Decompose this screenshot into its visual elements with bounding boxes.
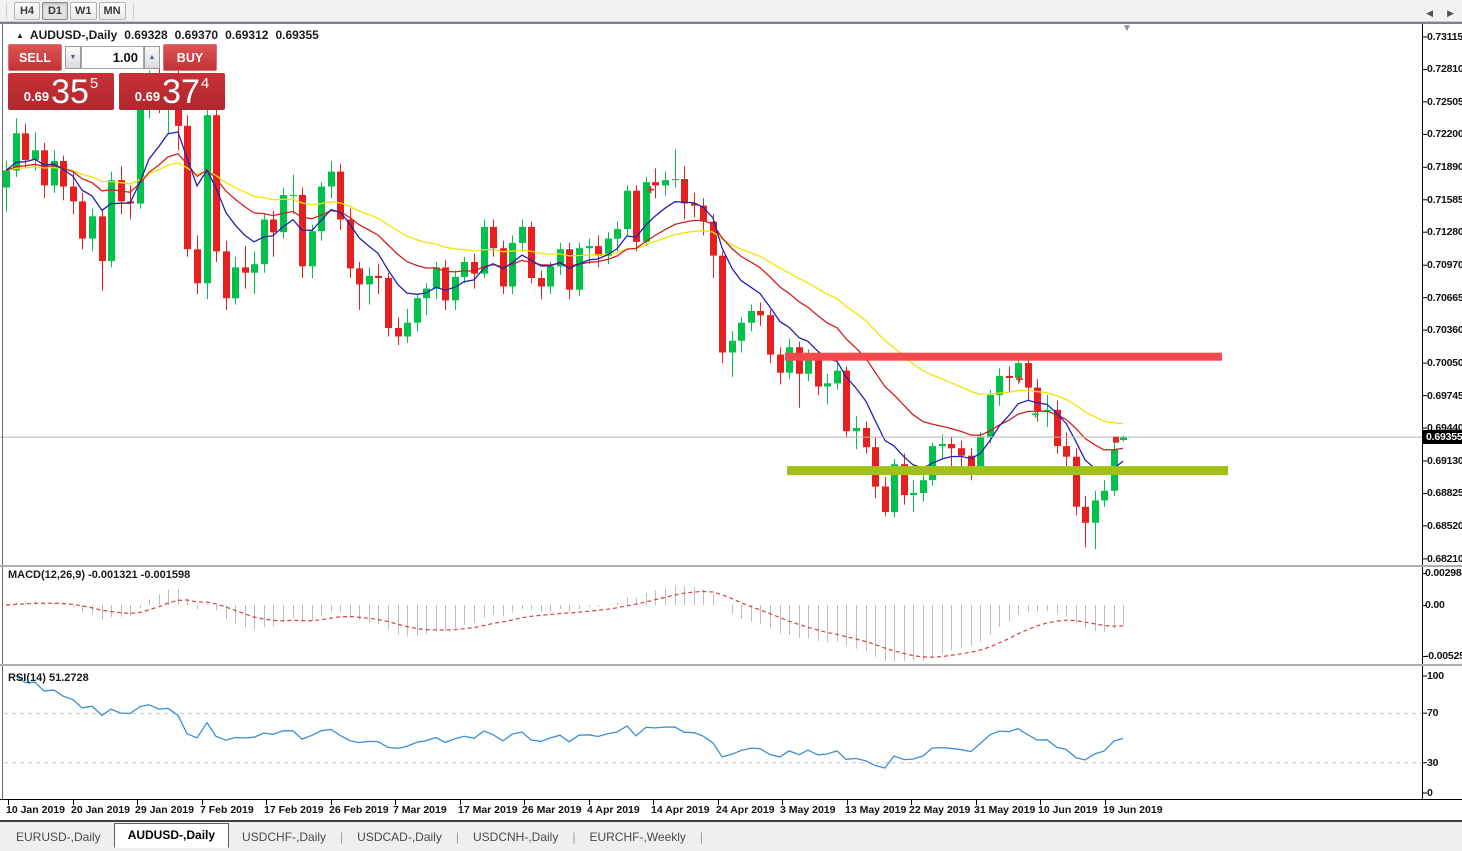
tab-usdchf-daily[interactable]: USDCHF-,Daily [229,826,339,847]
ohlc-low: 0.69312 [225,28,269,42]
tab-audusd-daily[interactable]: AUDUSD-,Daily [113,822,230,848]
chart-title: ▲ AUDUSD-,Daily 0.69328 0.69370 0.69312 … [16,28,319,42]
sell-price-figure: 0.69 [23,89,50,104]
pane-splitter-rsi[interactable] [0,664,1462,666]
tab-separator: | [455,829,459,844]
tab-eurchf-weekly[interactable]: EURCHF-,Weekly [576,826,698,847]
mt4-window: 0.73115 0.72810 0.72505 0.72200 0.71890 0.715… [0,0,1462,851]
sell-price-point: 5 [89,75,99,92]
chart-canvas[interactable] [0,0,1462,851]
ohlc-high: 0.69370 [174,28,219,42]
tab-scroll-controls: ◀ ▶ [1426,8,1454,19]
collapse-triangle-icon[interactable]: ▲ [16,31,24,40]
tab-separator: | [572,829,576,844]
pane-splitter-macd[interactable] [0,565,1462,567]
tab-eurusd-daily[interactable]: EURUSD-,Daily [3,826,114,847]
ohlc-open: 0.69328 [124,28,168,42]
volume-increase-button[interactable]: ▲ [144,46,160,69]
buy-price-figure: 0.69 [134,89,161,104]
macd-label: MACD(12,26,9) -0.001321 -0.001598 [8,569,191,581]
volume-decrease-button[interactable]: ▼ [65,46,81,69]
buy-price-display[interactable]: 0.69 37 4 [119,73,225,110]
chart-tab-bar: EURUSD-,Daily AUDUSD-,Daily USDCHF-,Daily |… [0,822,1462,851]
one-click-trade-panel: SELL ▼ ▲ BUY 0.69 35 5 0.69 37 4 [8,44,225,110]
current-price-tag: 0.69355 [1423,430,1462,444]
volume-input[interactable] [81,46,144,69]
chart-shift-marker-icon[interactable]: ▼ [1122,23,1132,34]
ohlc-close: 0.69355 [275,28,319,42]
tab-separator: | [699,829,704,844]
symbol-name: AUDUSD-,Daily [29,28,118,42]
tab-usdcad-daily[interactable]: USDCAD-,Daily [344,826,455,847]
buy-price-pips: 37 [162,73,200,111]
sell-price-display[interactable]: 0.69 35 5 [8,73,114,110]
tab-separator: | [340,829,344,844]
tab-usdcnh-daily[interactable]: USDCNH-,Daily [460,826,571,847]
sell-button[interactable]: SELL [8,44,62,71]
rsi-label: RSI(14) 51.2728 [8,672,89,684]
sell-price-pips: 35 [51,73,89,111]
buy-button[interactable]: BUY [163,44,217,71]
buy-price-point: 4 [200,75,210,92]
tab-scroll-right-icon[interactable]: ▶ [1447,8,1454,19]
tab-scroll-left-icon[interactable]: ◀ [1426,8,1433,19]
